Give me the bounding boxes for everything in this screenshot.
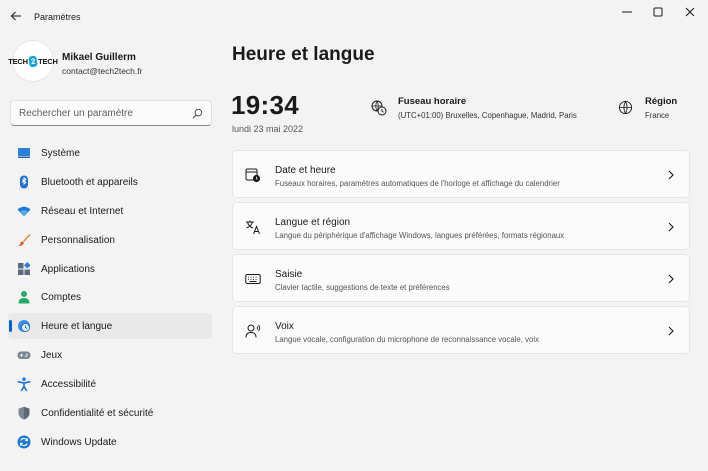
system-icon [18,148,30,158]
close-button[interactable] [675,0,705,24]
account-icon [18,291,30,304]
sidebar-item-comptes[interactable]: Comptes [8,284,212,310]
bluetooth-icon [20,175,28,189]
card-title: Voix [275,321,294,332]
user-name: Mikael Guillerm [62,52,136,63]
card-date-heure[interactable]: Date et heure Fuseaux horaires, paramètr… [232,150,690,198]
back-button[interactable] [4,4,28,28]
chevron-right-icon [668,170,674,180]
title-bar: Paramètres [0,0,708,32]
card-subtitle: Langue du périphérique d'affichage Windo… [275,231,565,240]
card-subtitle: Fuseaux horaires, paramètres automatique… [275,179,560,188]
sidebar-item-windows-update[interactable]: Windows Update [8,429,212,455]
timezone-title: Fuseau horaire [398,96,467,107]
sidebar-item-personnalisation[interactable]: Personnalisation [8,227,212,253]
maximize-button[interactable] [643,0,673,24]
current-date: lundi 23 mai 2022 [232,124,304,134]
sidebar-item-label: Applications [41,263,95,275]
search-icon[interactable] [192,108,203,119]
chevron-right-icon [668,274,674,284]
voice-icon [245,324,261,338]
timezone-icon [371,100,387,116]
sidebar-item-bluetooth[interactable]: Bluetooth et appareils [8,169,212,195]
user-profile[interactable]: TECH 2 TECH Mikael Guillerm contact@tech2t… [8,40,212,86]
update-icon [17,435,31,449]
card-voix[interactable]: Voix Langue vocale, configuration du mic… [232,306,690,354]
shield-icon [18,406,30,420]
sidebar-item-label: Windows Update [41,436,117,448]
sidebar-item-jeux[interactable]: Jeux [8,342,212,368]
sidebar-item-label: Jeux [41,350,63,362]
close-icon [685,7,695,17]
arrow-left-icon [10,11,21,21]
sidebar-item-applications[interactable]: Applications [8,256,212,282]
accessibility-icon [17,377,31,392]
brush-icon [18,233,31,246]
avatar: TECH 2 TECH [8,40,58,82]
card-saisie[interactable]: Saisie Clavier tactile, suggestions de t… [232,254,690,302]
wifi-icon [17,206,31,217]
sidebar-item-label: Confidentialité et sécurité [41,408,154,420]
sidebar-item-accessibilite[interactable]: Accessibilité [8,371,212,397]
sidebar-item-label: Heure et langue [41,321,113,333]
card-langue-region[interactable]: Langue et région Langue du périphérique … [232,202,690,250]
card-subtitle: Clavier tactile, suggestions de texte et… [275,283,450,292]
card-subtitle: Langue vocale, configuration du micropho… [275,335,539,344]
region-title: Région [645,96,678,107]
sidebar-item-systeme[interactable]: Système [8,140,212,166]
minimize-icon [622,11,632,13]
timezone-value: (UTC+01:00) Bruxelles, Copenhague, Madri… [398,111,577,120]
sidebar-item-label: Accessibilité [41,379,97,391]
language-icon [246,220,260,235]
avatar-logo-text-left: TECH [8,56,28,66]
user-email: contact@tech2tech.fr [62,66,143,76]
chevron-right-icon [668,326,674,336]
avatar-logo-text-mid: 2 [28,54,38,68]
globe-clock-icon [18,320,30,333]
avatar-logo-text-right: TECH [38,56,58,66]
card-title: Date et heure [275,165,336,176]
app-title: Paramètres [34,12,81,22]
card-title: Saisie [275,269,303,280]
sidebar-item-label: Réseau et Internet [41,205,124,217]
minimize-button[interactable] [612,0,642,24]
sidebar-item-label: Bluetooth et appareils [41,176,138,188]
region-value: France [645,111,670,120]
search-input[interactable] [11,101,191,125]
sidebar-item-confidentialite[interactable]: Confidentialité et sécurité [8,400,212,426]
sidebar-item-label: Comptes [41,292,82,304]
globe-icon [618,100,633,115]
card-title: Langue et région [275,217,351,228]
maximize-icon [653,7,663,17]
page-title: Heure et langue [232,44,375,65]
sidebar-item-reseau[interactable]: Réseau et Internet [8,198,212,224]
sidebar-item-label: Système [41,148,80,159]
sidebar-item-heure-langue[interactable]: Heure et langue [8,313,212,340]
apps-icon [18,261,31,275]
current-time: 19:34 [231,90,299,120]
sidebar-nav: Système Bluetooth et appareils Réseau et… [8,140,212,458]
gamepad-icon [17,351,31,360]
calendar-clock-icon [245,168,261,183]
sidebar-item-label: Personnalisation [41,234,115,246]
chevron-right-icon [668,222,674,232]
keyboard-icon [245,274,261,284]
search-box [10,100,212,126]
